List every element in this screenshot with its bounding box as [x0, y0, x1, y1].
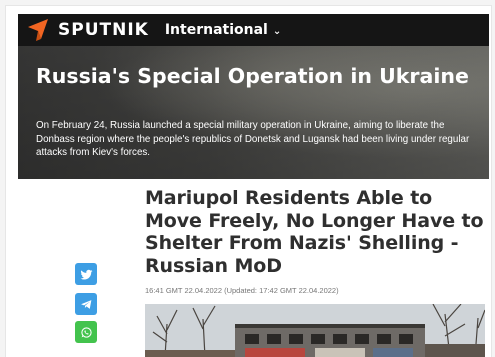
site-header: SPUTNIK International ⌄ — [18, 14, 489, 46]
article-headline: Mariupol Residents Able to Move Freely, … — [145, 187, 484, 277]
article-photo — [145, 304, 485, 357]
edition-label: International — [164, 22, 268, 38]
whatsapp-icon — [80, 326, 92, 338]
logo-text: SPUTNIK — [58, 20, 149, 40]
share-telegram-button[interactable] — [75, 293, 97, 315]
article-photo-scene — [145, 304, 485, 357]
share-whatsapp-button[interactable] — [75, 321, 97, 343]
hero-description: On February 24, Russia launched a specia… — [36, 120, 470, 158]
article-dateline: 16:41 GMT 22.04.2022 (Updated: 17:42 GMT… — [145, 286, 339, 295]
edition-selector[interactable]: International ⌄ — [165, 22, 281, 38]
chevron-down-icon: ⌄ — [272, 25, 282, 37]
hero-banner[interactable]: Russia's Special Operation in Ukraine On… — [18, 46, 489, 179]
sputnik-logo[interactable]: SPUTNIK — [28, 19, 149, 41]
sputnik-logo-icon — [28, 19, 48, 41]
page-frame: SPUTNIK International ⌄ Russia's Special… — [6, 6, 491, 357]
share-twitter-button[interactable] — [75, 263, 97, 285]
twitter-icon — [80, 269, 92, 280]
hero-title[interactable]: Russia's Special Operation in Ukraine — [36, 64, 476, 88]
telegram-icon — [80, 299, 91, 309]
